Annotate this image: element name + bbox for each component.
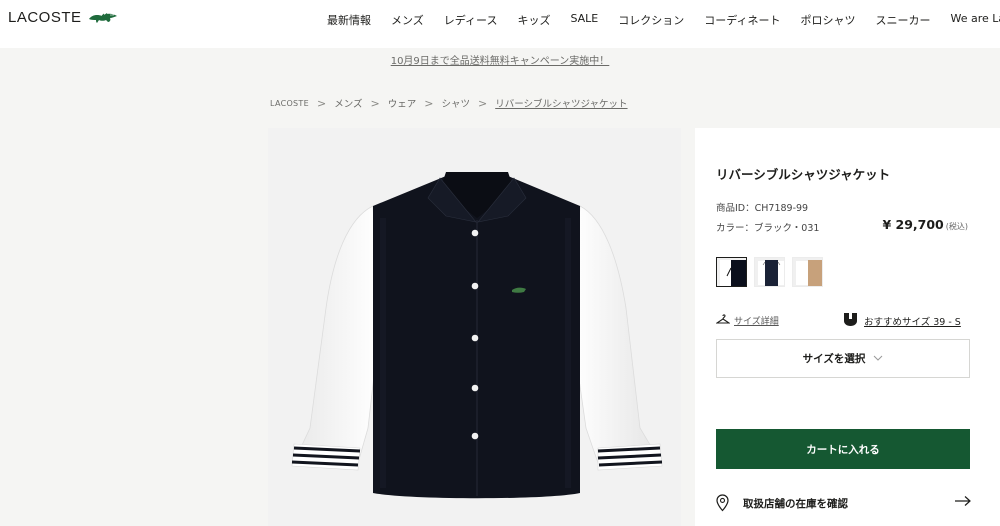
store-stock-label: 取扱店舗の在庫を確認 — [743, 497, 848, 510]
size-select-dropdown[interactable]: サイズを選択 — [716, 339, 970, 378]
nav-kids[interactable]: キッズ — [517, 12, 550, 28]
product-image[interactable] — [268, 128, 681, 526]
breadcrumb-shirts[interactable]: シャツ — [441, 96, 470, 110]
breadcrumb-mens[interactable]: メンズ — [334, 96, 362, 110]
breadcrumb-separator: > — [424, 96, 434, 110]
swatch-black[interactable] — [716, 257, 747, 287]
store-stock-link[interactable]: 取扱店舗の在庫を確認 — [716, 492, 972, 514]
breadcrumb-lacoste[interactable]: LACOSTE — [270, 99, 309, 108]
color-swatches — [716, 257, 823, 287]
nav-ladies[interactable]: レディース — [444, 12, 498, 28]
product-title: リバーシブルシャツジャケット — [716, 167, 891, 182]
size-guide-link[interactable]: サイズ詳細 — [715, 313, 779, 328]
product-price: ¥ 29,700 (税込) — [882, 217, 968, 232]
hanger-icon — [715, 313, 731, 328]
nav-mens[interactable]: メンズ — [391, 12, 424, 28]
nav-polo[interactable]: ポロシャツ — [801, 12, 856, 28]
site-header: LACOSTE 最新情報 メンズ レディース キッズ SALE コレクション コ… — [0, 0, 1000, 48]
size-guide-label: サイズ詳細 — [734, 317, 779, 327]
add-to-cart-button[interactable]: カートに入れる — [716, 429, 970, 469]
nav-sneakers[interactable]: スニーカー — [876, 12, 931, 28]
logo-text: LACOSTE — [8, 9, 82, 26]
product-info-panel: リバーシブルシャツジャケット 商品ID：CH7189-99 カラー：ブラック・0… — [695, 128, 1000, 526]
breadcrumb-wear[interactable]: ウェア — [388, 96, 417, 110]
chevron-down-icon — [873, 353, 883, 364]
crocodile-icon — [88, 10, 118, 26]
recommended-size-label: おすすめサイズ 39 - S — [864, 317, 961, 328]
breadcrumb: LACOSTE > メンズ > ウェア > シャツ > リバーシブルシャツジャケ… — [270, 96, 628, 111]
promo-banner-link[interactable]: 10月9日まで全品送料無料キャンペーン実施中！ — [0, 52, 1000, 67]
breadcrumb-separator: > — [477, 96, 488, 110]
recommended-size-link[interactable]: おすすめサイズ 39 - S — [843, 312, 961, 330]
breadcrumb-separator: > — [316, 96, 327, 110]
nav-sale[interactable]: SALE — [570, 12, 598, 28]
product-color: カラー：ブラック・031 — [716, 223, 820, 234]
lacoste-logo[interactable]: LACOSTE — [8, 9, 118, 26]
swatch-navy[interactable] — [754, 257, 785, 287]
product-id: 商品ID：CH7189-99 — [716, 203, 809, 214]
nav-collection[interactable]: コレクション — [618, 12, 684, 28]
map-pin-icon — [716, 494, 729, 512]
price-value: ¥ 29,700 — [882, 217, 944, 232]
size-select-label: サイズを選択 — [802, 353, 866, 365]
breadcrumb-current[interactable]: リバーシブルシャツジャケット — [495, 96, 627, 110]
nav-we-are-lacoste[interactable]: We are Lacoste — [951, 12, 1000, 28]
arrow-right-icon — [954, 495, 972, 510]
jacket-illustration — [291, 172, 663, 499]
nav-coordinate[interactable]: コーディネート — [704, 12, 780, 28]
main-nav: 最新情報 メンズ レディース キッズ SALE コレクション コーディネート ポ… — [327, 12, 1000, 28]
nav-news[interactable]: 最新情報 — [327, 12, 371, 28]
price-tax-note: (税込) — [945, 222, 968, 231]
size-badge-icon — [843, 312, 858, 330]
breadcrumb-separator: > — [370, 96, 380, 110]
swatch-camel[interactable] — [792, 257, 823, 287]
